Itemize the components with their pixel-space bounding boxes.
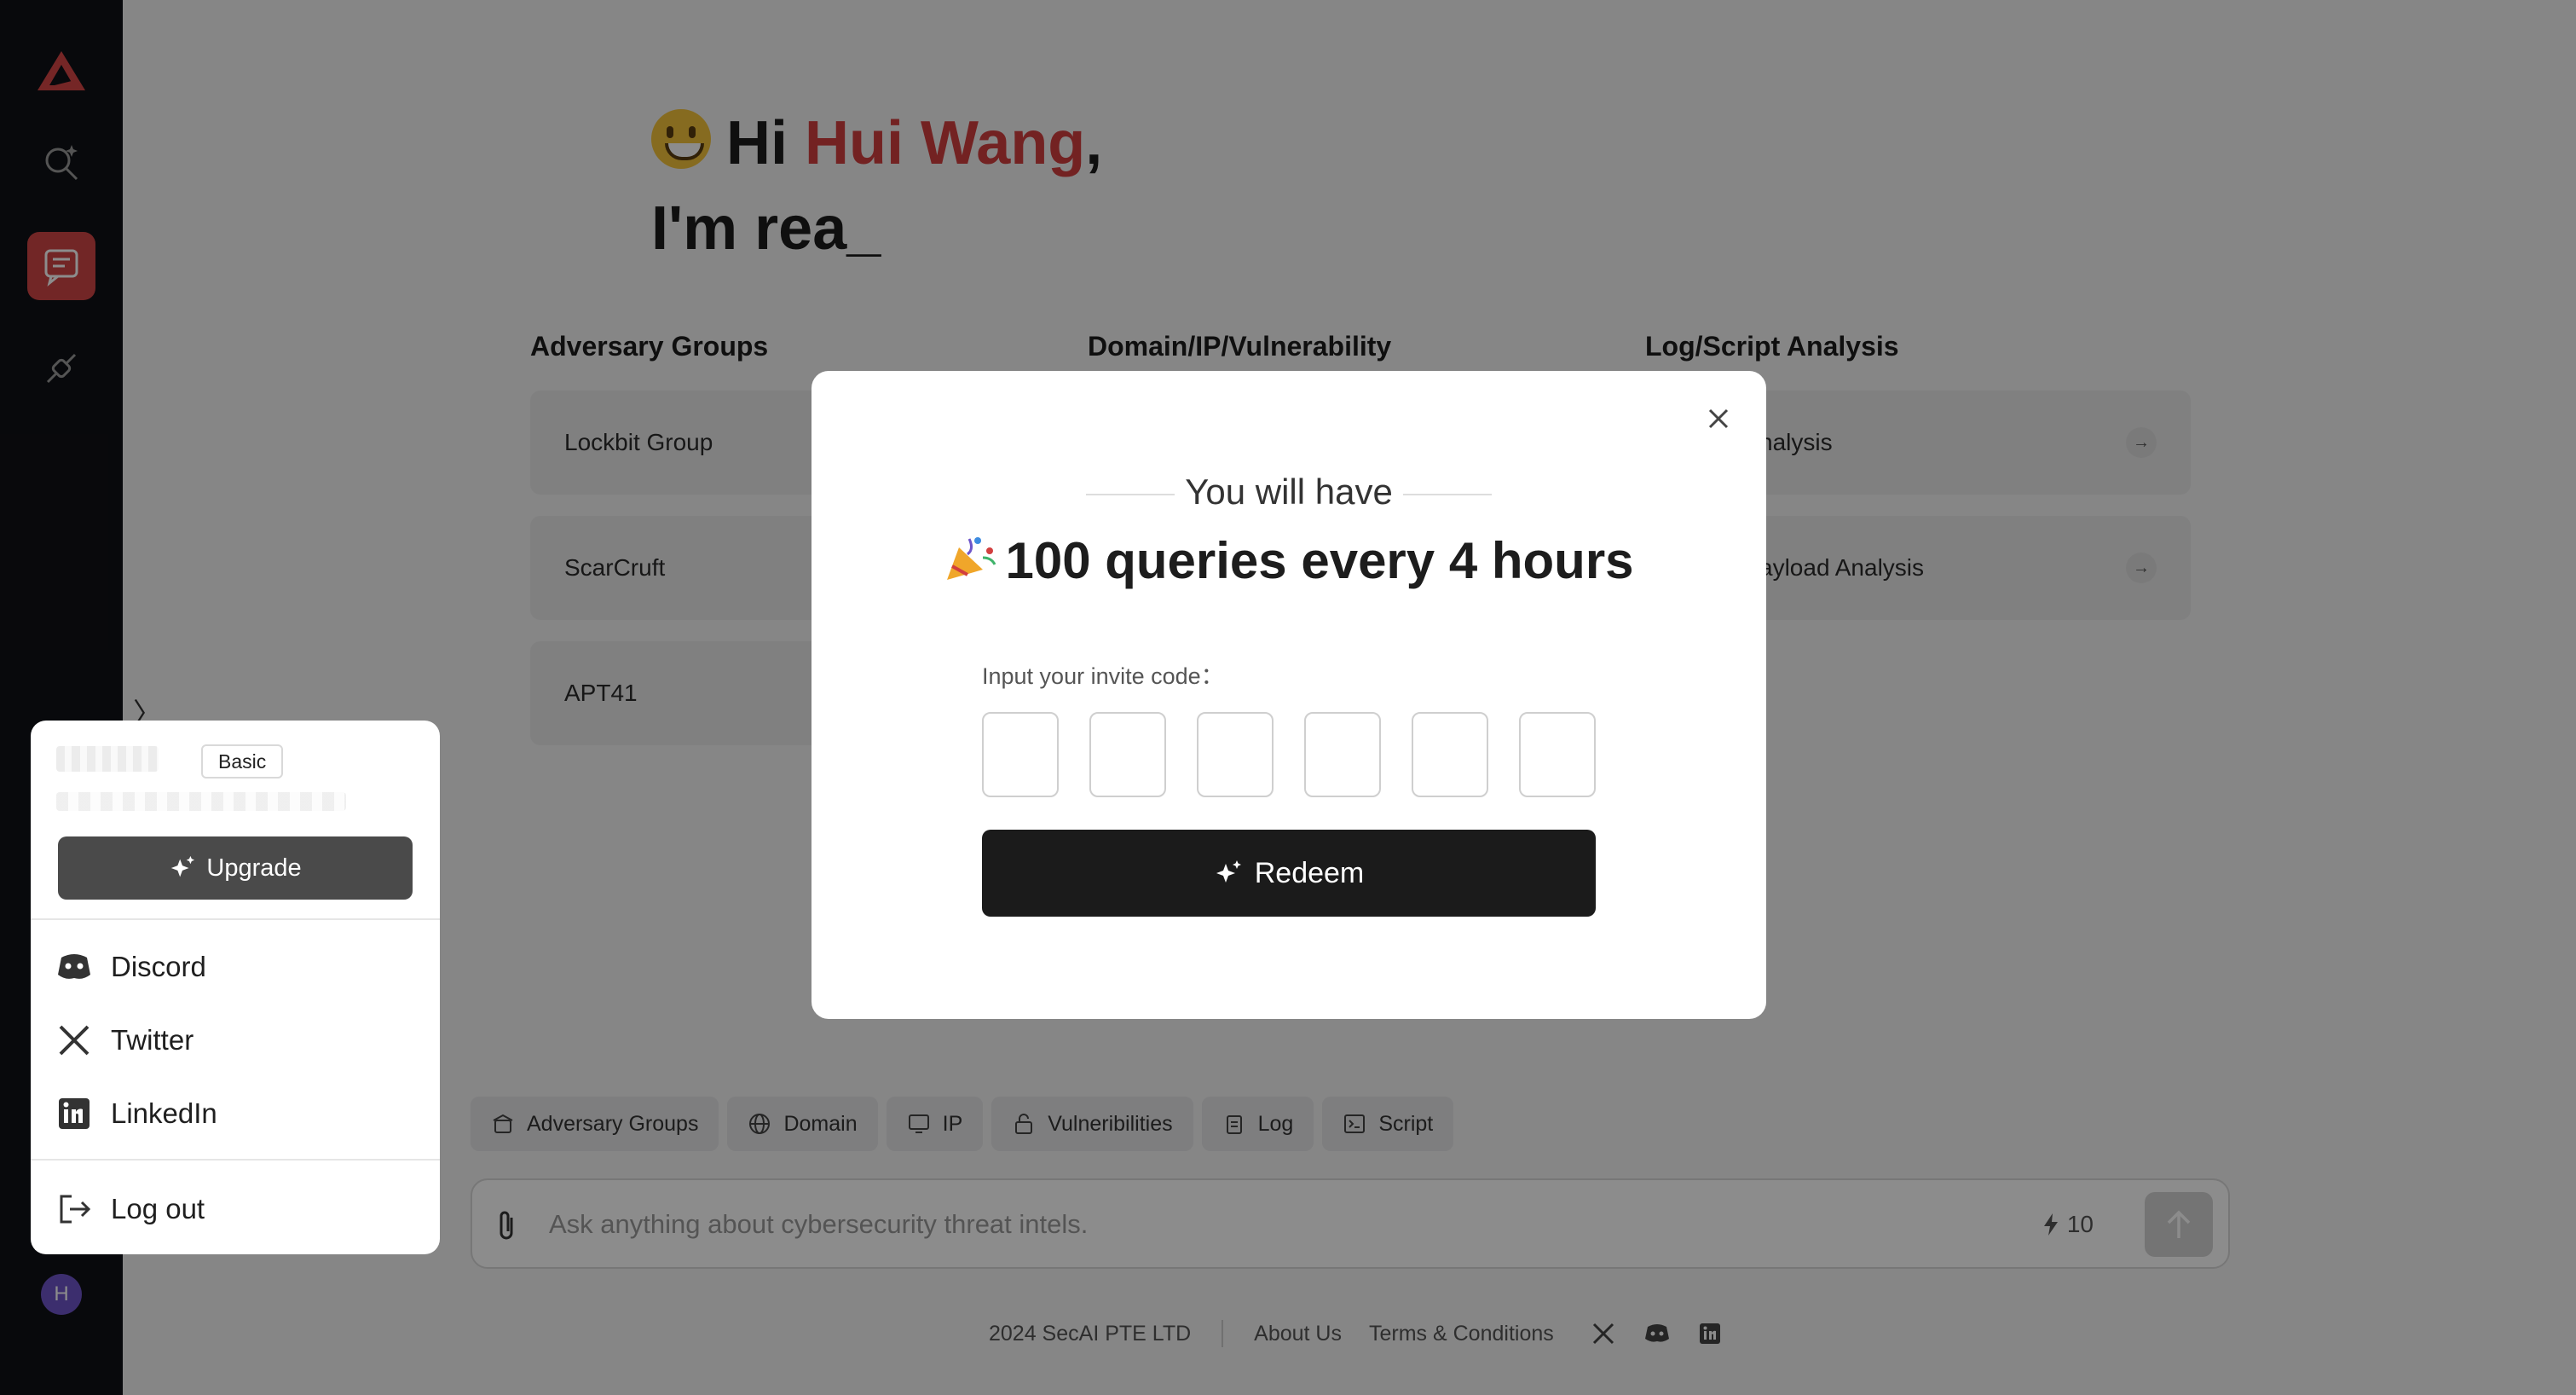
twitter-link[interactable]: Twitter [56,1022,193,1058]
redacted-username [56,746,159,772]
upgrade-button[interactable]: Upgrade [58,836,413,900]
invite-code-modal: You will have 100 queries every 4 hours … [811,371,1766,1019]
modal-subtitle: You will have [811,472,1766,512]
redacted-email [56,792,346,811]
divider [31,1159,440,1161]
invite-code-inputs [982,712,1596,797]
user-menu: Basic Upgrade Discord Twitter LinkedIn L… [31,721,440,1254]
linkedin-link[interactable]: LinkedIn [56,1096,217,1132]
plan-badge: Basic [201,744,284,779]
redeem-button[interactable]: Redeem [982,830,1596,917]
invite-code-label: Input your invite code： [982,663,1224,689]
modal-headline: 100 queries every 4 hours [811,531,1766,590]
close-icon[interactable] [1703,403,1734,434]
code-digit-input[interactable] [1197,712,1274,797]
linkedin-icon [59,1098,90,1129]
sparkle-icon [171,855,195,877]
discord-icon [58,954,90,979]
code-digit-input[interactable] [1089,712,1166,797]
sparkle-icon [1216,860,1241,883]
logout-icon [60,1195,91,1224]
code-digit-input[interactable] [1519,712,1596,797]
code-digit-input[interactable] [1304,712,1381,797]
logout-button[interactable]: Log out [56,1191,205,1227]
discord-link[interactable]: Discord [56,949,206,985]
divider [31,918,440,920]
x-icon [59,1025,90,1056]
code-digit-input[interactable] [982,712,1059,797]
party-popper-icon [947,537,996,580]
code-digit-input[interactable] [1412,712,1488,797]
